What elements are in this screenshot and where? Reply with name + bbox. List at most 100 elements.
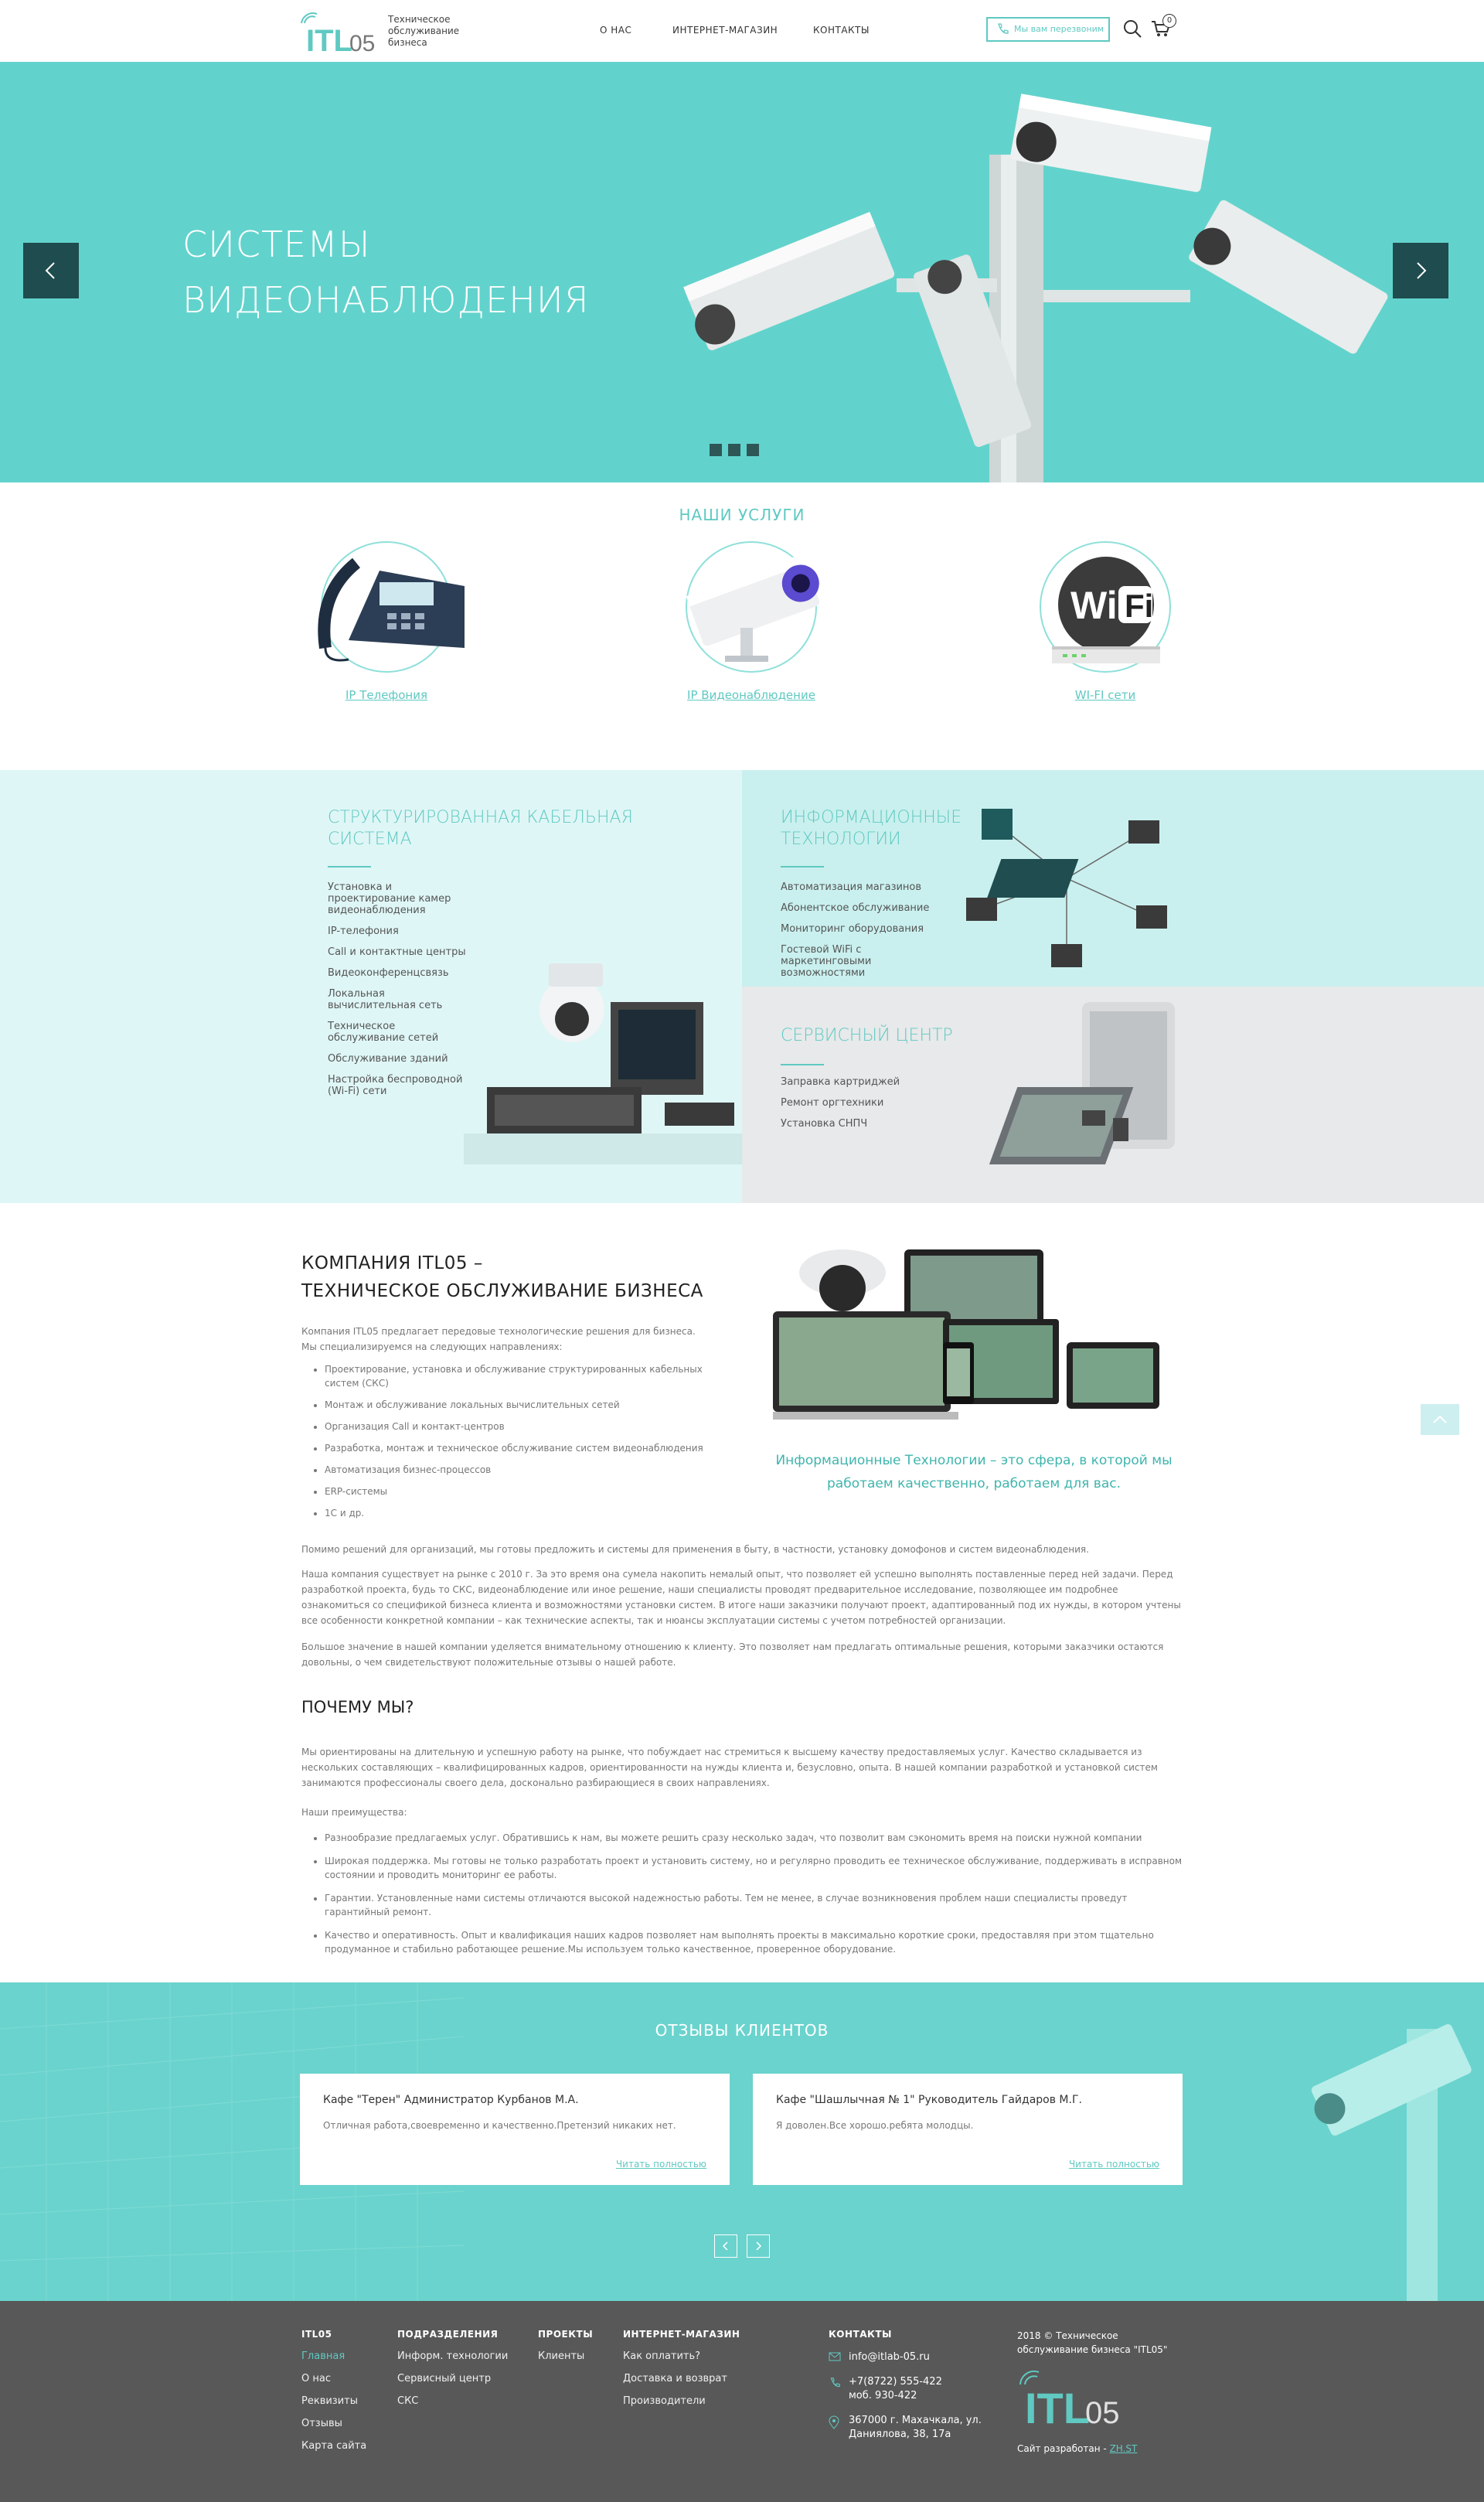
- logo[interactable]: ITL 05: [300, 8, 377, 56]
- chevron-right-icon: [1417, 262, 1427, 279]
- divider: [781, 1064, 824, 1065]
- footer-heading: ITL05: [301, 2329, 332, 2340]
- footer-col-contacts: КОНТАКТЫ info@itlab-05.ru +7(8722) 555-4…: [829, 2329, 991, 2453]
- search-icon[interactable]: [1122, 19, 1142, 39]
- list-item[interactable]: Ремонт оргтехники: [781, 1097, 935, 1109]
- hero-prev-button[interactable]: [23, 243, 79, 298]
- about-intro: Компания ITL05 предлагает передовые техн…: [301, 1326, 696, 1352]
- footer-link[interactable]: Карта сайта: [301, 2440, 366, 2452]
- block-title: ИНФОРМАЦИОННЫЕ ТЕХНОЛОГИИ: [781, 808, 962, 849]
- footer-email[interactable]: info@itlab-05.ru: [829, 2350, 991, 2364]
- footer-link[interactable]: Главная: [301, 2350, 366, 2362]
- list-item[interactable]: IP-телефония: [328, 925, 475, 937]
- service-wifi[interactable]: Wi Fi WI-FI сети: [1013, 541, 1198, 702]
- equipment-image: [464, 963, 742, 1164]
- reviews-title: ОТЗЫВЫ КЛИЕНТОВ: [655, 2021, 829, 2040]
- hero-next-button[interactable]: [1393, 243, 1448, 298]
- footer-link[interactable]: Клиенты: [538, 2350, 593, 2362]
- block-title: СТРУКТУРИРОВАННАЯ КАБЕЛЬНАЯ СИСТЕМА: [328, 808, 633, 849]
- service-label: IP Телефония: [345, 688, 428, 702]
- footer-phones[interactable]: +7(8722) 555-422 моб. 930-422: [829, 2375, 991, 2403]
- footer-link[interactable]: Информ. технологии: [397, 2350, 508, 2362]
- footer-logo[interactable]: ITL 05: [1017, 2366, 1125, 2436]
- list-item: Автоматизация бизнес-процессов: [325, 1463, 727, 1477]
- list-item: 1С и др.: [325, 1506, 727, 1520]
- list-item[interactable]: Видеоконференцсвязь: [328, 967, 475, 979]
- list-item[interactable]: Мониторинг оборудования: [781, 923, 935, 935]
- footer-link[interactable]: Отзывы: [301, 2418, 366, 2429]
- footer-link[interactable]: О нас: [301, 2373, 366, 2384]
- block-service-center: СЕРВИСНЫЙ ЦЕНТР Заправка картриджей Ремо…: [742, 987, 1484, 1203]
- footer-col-itl05: ITL05 Главная О нас Реквизиты Отзывы Кар…: [301, 2329, 366, 2463]
- about-list: Проектирование, установка и обслуживание…: [325, 1362, 727, 1528]
- logo-tagline: Техническое обслуживание бизнеса: [388, 14, 460, 48]
- slider-dot[interactable]: [710, 444, 722, 456]
- service-ip-telephony[interactable]: IP Телефония: [294, 541, 479, 702]
- list-item[interactable]: Автоматизация магазинов: [781, 881, 935, 893]
- review-text: Я доволен.Все хорошо.ребята молодцы.: [776, 2120, 974, 2131]
- cart-count-badge: 0: [1162, 14, 1176, 28]
- copyright: 2018 © Техническое обслуживание бизнеса …: [1017, 2330, 1168, 2355]
- list-item[interactable]: Заправка картриджей: [781, 1076, 935, 1088]
- footer-link[interactable]: Доставка и возврат: [623, 2373, 740, 2384]
- list-item: Качество и оперативность. Опыт и квалифи…: [325, 1928, 1183, 1956]
- callback-button[interactable]: Мы вам перезвоним: [986, 17, 1110, 42]
- site-header: ITL 05 Техническое обслуживание бизнеса …: [0, 0, 1484, 62]
- network-image: [966, 809, 1167, 967]
- chevron-up-icon: [1433, 1415, 1447, 1423]
- svg-text:Fi: Fi: [1125, 588, 1153, 624]
- reviews-prev-button[interactable]: [714, 2234, 737, 2258]
- phone-icon: [830, 2378, 840, 2388]
- it-list: Автоматизация магазинов Абонентское обсл…: [781, 881, 935, 988]
- list-item[interactable]: Гостевой WiFi с маркетинговыми возможнос…: [781, 944, 935, 979]
- list-item[interactable]: Call и контактные центры: [328, 946, 475, 958]
- review-author: Кафе "Шашлычная № 1" Руководитель Гайдар…: [776, 2094, 1082, 2106]
- cable-list: Установка и проектирование камер видеона…: [328, 881, 475, 1106]
- list-item: Монтаж и обслуживание локальных вычислит…: [325, 1398, 727, 1412]
- developer-link[interactable]: ZH.ST: [1110, 2443, 1138, 2454]
- chevron-left-icon: [45, 262, 55, 279]
- footer-link[interactable]: СКС: [397, 2395, 508, 2407]
- scroll-up-button[interactable]: [1421, 1404, 1459, 1435]
- list-item: Гарантии. Установленные нами системы отл…: [325, 1891, 1183, 1919]
- footer-link[interactable]: Как оплатить?: [623, 2350, 740, 2362]
- list-item[interactable]: Обслуживание зданий: [328, 1053, 475, 1065]
- svg-text:Wi: Wi: [1070, 584, 1118, 627]
- location-pin-icon: [829, 2415, 839, 2429]
- list-item[interactable]: Установка и проектирование камер видеона…: [328, 881, 475, 916]
- review-card: Кафе "Терен" Администратор Курбанов М.А.…: [300, 2074, 730, 2185]
- list-item[interactable]: Абонентское обслуживание: [781, 902, 935, 914]
- slider-dot[interactable]: [728, 444, 740, 456]
- list-item: Разнообразие предлагаемых услуг. Обратив…: [325, 1831, 1183, 1845]
- footer-col-projects: ПРОЕКТЫ Клиенты: [538, 2329, 593, 2373]
- service-label: IP Видеонаблюдение: [687, 688, 815, 702]
- footer-link[interactable]: Реквизиты: [301, 2395, 366, 2407]
- slider-dot[interactable]: [747, 444, 759, 456]
- review-author: Кафе "Терен" Администратор Курбанов М.А.: [323, 2094, 579, 2106]
- list-item[interactable]: Локальная вычислительная сеть: [328, 988, 475, 1011]
- reviews-next-button[interactable]: [747, 2234, 770, 2258]
- computer-image: [989, 1002, 1175, 1164]
- about-paragraph: Помимо решений для организаций, мы готов…: [301, 1544, 1089, 1555]
- about-paragraph: Наша компания существует на рынке с 2010…: [301, 1569, 1181, 1626]
- footer-heading: КОНТАКТЫ: [829, 2329, 892, 2340]
- read-more-link[interactable]: Читать полностью: [616, 2159, 706, 2170]
- list-item[interactable]: Установка СНПЧ: [781, 1118, 935, 1130]
- list-item[interactable]: Техническое обслуживание сетей: [328, 1021, 475, 1044]
- service-center-list: Заправка картриджей Ремонт оргтехники Ус…: [781, 1076, 935, 1139]
- nav-shop[interactable]: ИНТЕРНЕТ-МАГАЗИН: [672, 25, 778, 36]
- footer-heading: ПРОЕКТЫ: [538, 2329, 594, 2340]
- camera-icon: [686, 554, 820, 662]
- list-item: Разработка, монтаж и техническое обслужи…: [325, 1441, 727, 1455]
- nav-contacts[interactable]: КОНТАКТЫ: [813, 25, 870, 36]
- list-item[interactable]: Настройка беспроводной (Wi-Fi) сети: [328, 1074, 475, 1097]
- callback-label: Мы вам перезвоним: [1014, 24, 1104, 34]
- nav-about[interactable]: О НАС: [600, 25, 631, 36]
- svg-text:ITL: ITL: [306, 24, 352, 56]
- footer-link[interactable]: Производители: [623, 2395, 740, 2407]
- review-text: Отличная работа,своевременно и качествен…: [323, 2120, 676, 2131]
- service-ip-video[interactable]: IP Видеонаблюдение: [659, 541, 844, 702]
- footer-link[interactable]: Сервисный центр: [397, 2373, 508, 2384]
- read-more-link[interactable]: Читать полностью: [1069, 2159, 1159, 2170]
- slider-dots: [710, 444, 765, 459]
